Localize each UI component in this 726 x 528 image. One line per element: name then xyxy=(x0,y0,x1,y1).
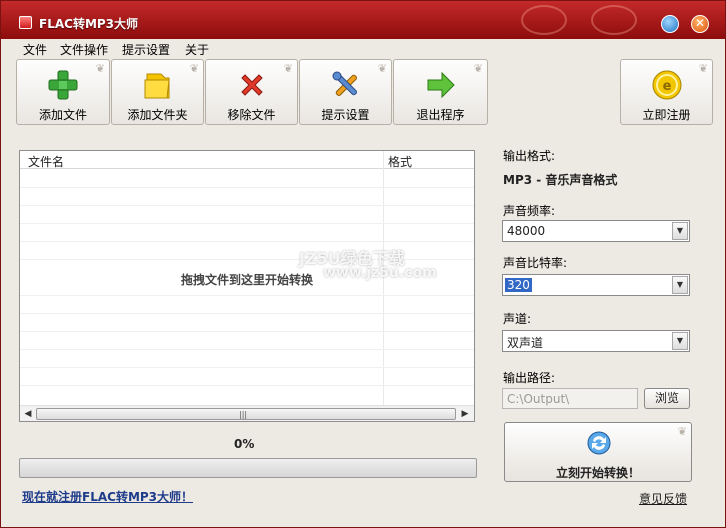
sample-rate-value: 48000 xyxy=(507,224,546,238)
remove-x-icon xyxy=(240,74,263,96)
add-plus-icon xyxy=(48,70,78,100)
add-folder-button[interactable]: ❦ 添加文件夹 xyxy=(111,59,204,125)
chevron-down-icon[interactable]: ▼ xyxy=(672,332,688,350)
column-filename[interactable]: 文件名 xyxy=(28,153,64,170)
scroll-thumb[interactable]: ||| xyxy=(36,408,456,420)
menu-about[interactable]: 关于 xyxy=(185,41,209,58)
prompt-settings-button[interactable]: ❦ 提示设置 xyxy=(299,59,392,125)
start-convert-label: 立刻开始转换！ xyxy=(555,466,640,480)
output-path-field[interactable]: C:\Output\ xyxy=(502,388,638,409)
row-divider xyxy=(20,241,474,242)
file-list[interactable]: 文件名 格式 拖拽文件到这里开始转换 ◀ ||| ▶ xyxy=(19,150,475,422)
output-format-label: 输出格式: xyxy=(503,149,556,163)
corner-decoration: ❦ xyxy=(189,62,199,75)
app-icon xyxy=(19,16,32,29)
register-now-label: 立即注册 xyxy=(642,108,691,122)
row-divider xyxy=(20,295,474,296)
chevron-down-icon[interactable]: ▼ xyxy=(672,276,688,294)
register-now-button[interactable]: ❦ e 立即注册 xyxy=(620,59,713,125)
corner-decoration: ❦ xyxy=(473,62,483,75)
title-bar[interactable]: FLAC转MP3大师 ✕ xyxy=(1,1,725,39)
watermark: www.jz5u.com xyxy=(323,265,437,281)
progress-bar xyxy=(19,458,477,478)
column-format[interactable]: 格式 xyxy=(388,153,412,170)
add-file-button[interactable]: ❦ 添加文件 xyxy=(16,59,110,125)
corner-decoration: ❦ xyxy=(377,62,387,75)
row-divider xyxy=(20,385,474,386)
corner-decoration: ❦ xyxy=(283,62,293,75)
grip-icon: ||| xyxy=(239,410,248,419)
output-path-label: 输出路径: xyxy=(503,371,556,385)
prompt-settings-label: 提示设置 xyxy=(321,108,370,122)
row-divider xyxy=(20,259,474,260)
output-format-value: MP3 - 音乐声音格式 xyxy=(503,173,618,187)
file-list-header: 文件名 格式 xyxy=(20,151,474,169)
corner-decoration: ❦ xyxy=(698,62,708,75)
title-decoration xyxy=(521,5,567,35)
row-divider xyxy=(20,313,474,314)
channel-value: 双声道 xyxy=(507,336,544,350)
channel-label: 声道: xyxy=(503,312,532,326)
tools-icon xyxy=(332,71,357,96)
remove-file-label: 移除文件 xyxy=(227,108,276,122)
close-button[interactable]: ✕ xyxy=(691,15,709,33)
window-title: FLAC转MP3大师 xyxy=(39,17,139,31)
output-path-value: C:\Output\ xyxy=(507,392,570,406)
app-window: FLAC转MP3大师 ✕ 文件 文件操作 提示设置 关于 ❦ 添加文件 ❦ 添加… xyxy=(0,0,726,528)
svg-text:e: e xyxy=(662,79,671,94)
convert-refresh-icon xyxy=(587,431,611,455)
row-divider xyxy=(20,349,474,350)
browse-button[interactable]: 浏览 xyxy=(644,388,690,409)
horizontal-scrollbar[interactable]: ◀ ||| ▶ xyxy=(20,405,474,421)
corner-decoration: ❦ xyxy=(95,62,105,75)
start-convert-button[interactable]: ❦ 立刻开始转换！ xyxy=(504,422,692,482)
add-file-label: 添加文件 xyxy=(38,108,87,122)
channel-select[interactable]: 双声道 ▼ xyxy=(502,330,690,352)
sample-rate-select[interactable]: 48000 ▼ xyxy=(502,220,690,242)
exit-arrow-icon xyxy=(427,71,455,99)
add-folder-label: 添加文件夹 xyxy=(127,108,188,122)
row-divider xyxy=(20,223,474,224)
register-link[interactable]: 现在就注册FLAC转MP3大师！ xyxy=(22,488,193,505)
folder-icon xyxy=(144,73,170,99)
close-icon: ✕ xyxy=(694,16,706,30)
scroll-right-icon[interactable]: ▶ xyxy=(458,407,472,421)
exit-label: 退出程序 xyxy=(416,108,465,122)
bitrate-value: 320 xyxy=(505,278,532,292)
register-coin-icon: e xyxy=(652,70,681,100)
scroll-left-icon[interactable]: ◀ xyxy=(21,407,35,421)
skin-button[interactable] xyxy=(661,15,679,33)
row-divider xyxy=(20,205,474,206)
chevron-down-icon[interactable]: ▼ xyxy=(672,222,688,240)
row-divider xyxy=(20,187,474,188)
exit-button[interactable]: ❦ 退出程序 xyxy=(393,59,488,125)
menu-file[interactable]: 文件 xyxy=(23,41,47,58)
menu-prompt-settings[interactable]: 提示设置 xyxy=(122,41,170,58)
corner-decoration: ❦ xyxy=(677,425,687,438)
remove-file-button[interactable]: ❦ 移除文件 xyxy=(205,59,298,125)
row-divider xyxy=(20,367,474,368)
progress-percent: 0% xyxy=(234,437,255,451)
bitrate-select[interactable]: 320 ▼ xyxy=(502,274,690,296)
sample-rate-label: 声音频率: xyxy=(503,204,556,218)
menu-bar: 文件 文件操作 提示设置 关于 xyxy=(1,39,725,59)
row-divider xyxy=(20,331,474,332)
feedback-link[interactable]: 意见反馈 xyxy=(639,490,687,507)
bitrate-label: 声音比特率: xyxy=(503,256,568,270)
menu-file-operations[interactable]: 文件操作 xyxy=(60,41,108,58)
title-decoration xyxy=(591,5,637,35)
